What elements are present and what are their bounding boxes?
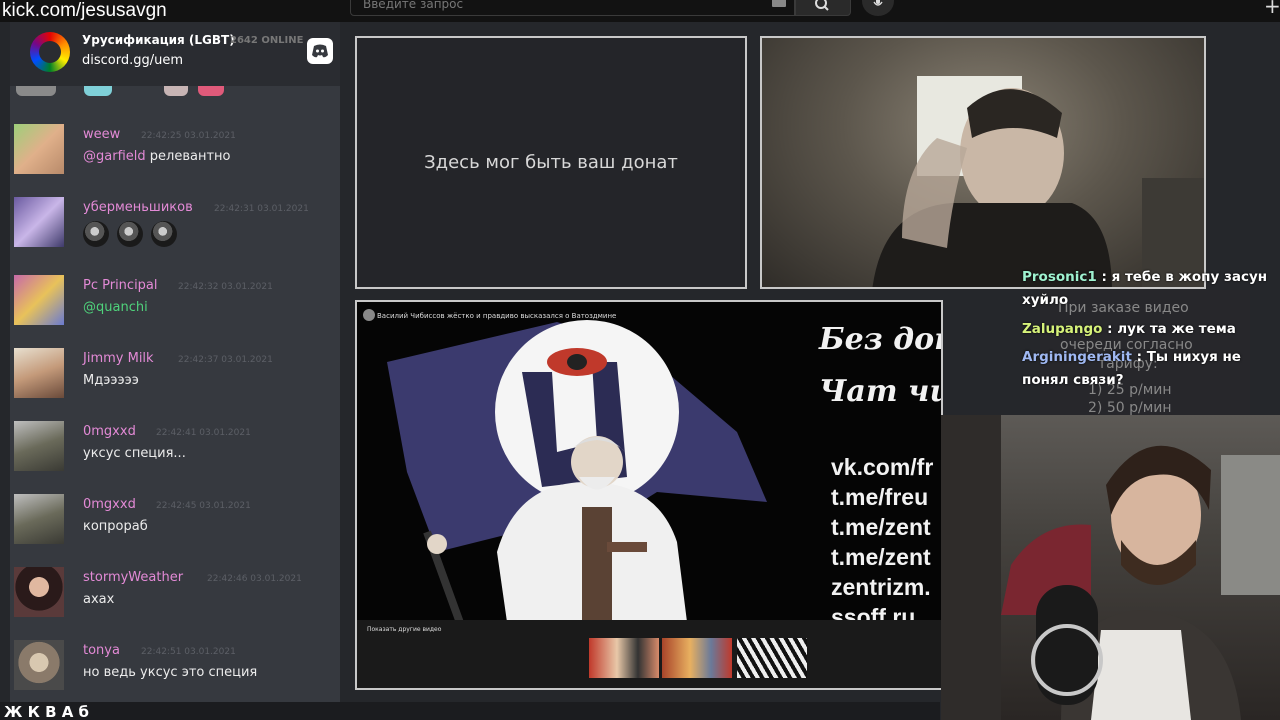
message-username: Pc Principal	[83, 278, 158, 293]
chat-message: Pc Principal 22:42:32 03.01.2021 @quanch…	[14, 275, 334, 335]
search-placeholder: Введите запрос	[363, 0, 464, 11]
bottom-caption-strip: Ж К В А б	[0, 702, 940, 720]
server-logo	[30, 32, 70, 72]
video-thumbnail[interactable]	[589, 638, 659, 678]
chat-line: Zalupango : лук та же тема	[1022, 318, 1280, 341]
avatar	[14, 275, 64, 325]
video-thumbnail[interactable]	[737, 638, 807, 678]
message-username: stormyWeather	[83, 570, 184, 585]
chat-message: weew 22:42:25 03.01.2021 @garfield релев…	[14, 124, 334, 184]
browser-top-bar: kick.com/jesusavgn Введите запрос +	[0, 0, 1280, 22]
video-thumbnail[interactable]	[662, 638, 732, 678]
chat-message: stormyWeather 22:42:46 03.01.2021 ахах	[14, 567, 334, 627]
message-timestamp: 22:42:25 03.01.2021	[141, 131, 236, 141]
message-text: Мдэээээ	[83, 373, 139, 388]
more-videos-bar: Показать другие видео	[357, 620, 941, 688]
search-button[interactable]	[795, 0, 851, 16]
chat-line: Arginingerakit : Ты нихуя не понял связи…	[1022, 346, 1280, 392]
microphone-icon	[873, 0, 883, 6]
link-line: t.me/zent	[831, 514, 931, 540]
chat-message: tonya 22:42:51 03.01.2021 но ведь уксус …	[14, 640, 334, 700]
user-mention[interactable]: @garfield	[83, 149, 146, 164]
chat-message: 0mgxxd 22:42:45 03.01.2021 копрораб	[14, 494, 334, 554]
avatar	[14, 421, 64, 471]
person-image	[872, 76, 1204, 287]
face-emoji	[151, 221, 177, 247]
more-videos-label: Показать другие видео	[367, 626, 442, 633]
video-title[interactable]: Василий Чибиссов жёстко и правдиво выска…	[377, 312, 616, 320]
search-icon	[815, 0, 829, 11]
chat-username[interactable]: Prosonic1	[1022, 269, 1097, 285]
message-username: tonya	[83, 643, 120, 658]
streamer-image	[941, 415, 1280, 720]
voice-search-button[interactable]	[862, 0, 894, 16]
face-emoji	[83, 221, 109, 247]
chat-message: 0mgxxd 22:42:41 03.01.2021 уксус специя.…	[14, 421, 334, 481]
message-timestamp: 22:42:45 03.01.2021	[156, 501, 251, 511]
discord-server-header: Урусификация (LGBT) 2642 ONLINE discord.…	[10, 22, 340, 86]
message-username: 0mgxxd	[83, 497, 136, 512]
message-timestamp: 22:42:46 03.01.2021	[207, 574, 302, 584]
message-timestamp: 22:42:31 03.01.2021	[214, 204, 309, 214]
message-username: 0mgxxd	[83, 424, 136, 439]
chat-message: Jimmy Milk 22:42:37 03.01.2021 Мдэээээ	[14, 348, 334, 408]
emoji-reactions	[83, 221, 185, 251]
online-count: 2642 ONLINE	[230, 35, 304, 46]
server-invite: discord.gg/uem	[82, 53, 184, 68]
message-timestamp: 22:42:32 03.01.2021	[178, 282, 273, 292]
stream-url-overlay: kick.com/jesusavgn	[2, 0, 167, 21]
message-text: уксус специя...	[83, 446, 186, 461]
discord-icon	[307, 38, 333, 64]
guest-camera-feed	[760, 36, 1206, 289]
message-text: ахах	[83, 592, 115, 607]
user-mention[interactable]: @quanchi	[83, 300, 148, 315]
message-timestamp: 22:42:41 03.01.2021	[156, 428, 251, 438]
link-line: vk.com/fr	[831, 454, 934, 480]
message-timestamp: 22:42:51 03.01.2021	[141, 647, 236, 657]
stream-frame: kick.com/jesusavgn Введите запрос + Урус…	[0, 0, 1280, 720]
message-username: weew	[83, 127, 121, 142]
message-username: Jimmy Milk	[83, 351, 154, 366]
chat-line: Prosonic1 : я тебе в жопу засун хуйло	[1022, 266, 1280, 312]
avatar	[14, 348, 64, 398]
chat-message: уберменьшиков 22:42:31 03.01.2021	[14, 197, 334, 257]
bottom-caption: Ж К В А б	[4, 703, 90, 720]
create-icon[interactable]: +	[1264, 0, 1280, 18]
cut-off-message	[16, 86, 276, 98]
search-input[interactable]: Введите запрос	[350, 0, 795, 16]
chat-username[interactable]: Arginingerakit	[1022, 349, 1132, 365]
streamer-webcam	[941, 415, 1280, 720]
link-line: zentrizm.	[831, 574, 931, 600]
message-text: копрораб	[83, 519, 148, 534]
stream-chat-overlay: Prosonic1 : я тебе в жопу засун хуйло Za…	[1018, 265, 1280, 415]
heading-reading-chat: Чат читаю	[819, 374, 941, 409]
avatar	[14, 197, 64, 247]
donation-text: Здесь мог быть ваш донат	[424, 152, 678, 173]
avatar	[14, 567, 64, 617]
avatar	[14, 494, 64, 544]
channel-avatar[interactable]	[363, 309, 375, 321]
chat-text: : лук та же тема	[1102, 321, 1236, 337]
donation-placeholder: Здесь мог быть ваш донат	[355, 36, 747, 289]
chat-username[interactable]: Zalupango	[1022, 321, 1102, 337]
link-line: t.me/freu	[831, 484, 929, 510]
video-player[interactable]: Василий Чибиссов жёстко и правдиво выска…	[355, 300, 943, 690]
message-username: уберменьшиков	[83, 200, 193, 215]
face-emoji	[117, 221, 143, 247]
keyboard-icon[interactable]	[772, 0, 786, 7]
heading-no-donations: Без донатов	[819, 322, 941, 357]
server-name: Урусификация (LGBT)	[82, 33, 235, 47]
message-text: @quanchi	[83, 300, 148, 315]
message-text: но ведь уксус это специя	[83, 665, 258, 680]
avatar	[14, 124, 64, 174]
message-timestamp: 22:42:37 03.01.2021	[178, 355, 273, 365]
message-text: @garfield релевантно	[83, 149, 231, 164]
avatar	[14, 640, 64, 690]
link-line: t.me/zent	[831, 544, 931, 570]
